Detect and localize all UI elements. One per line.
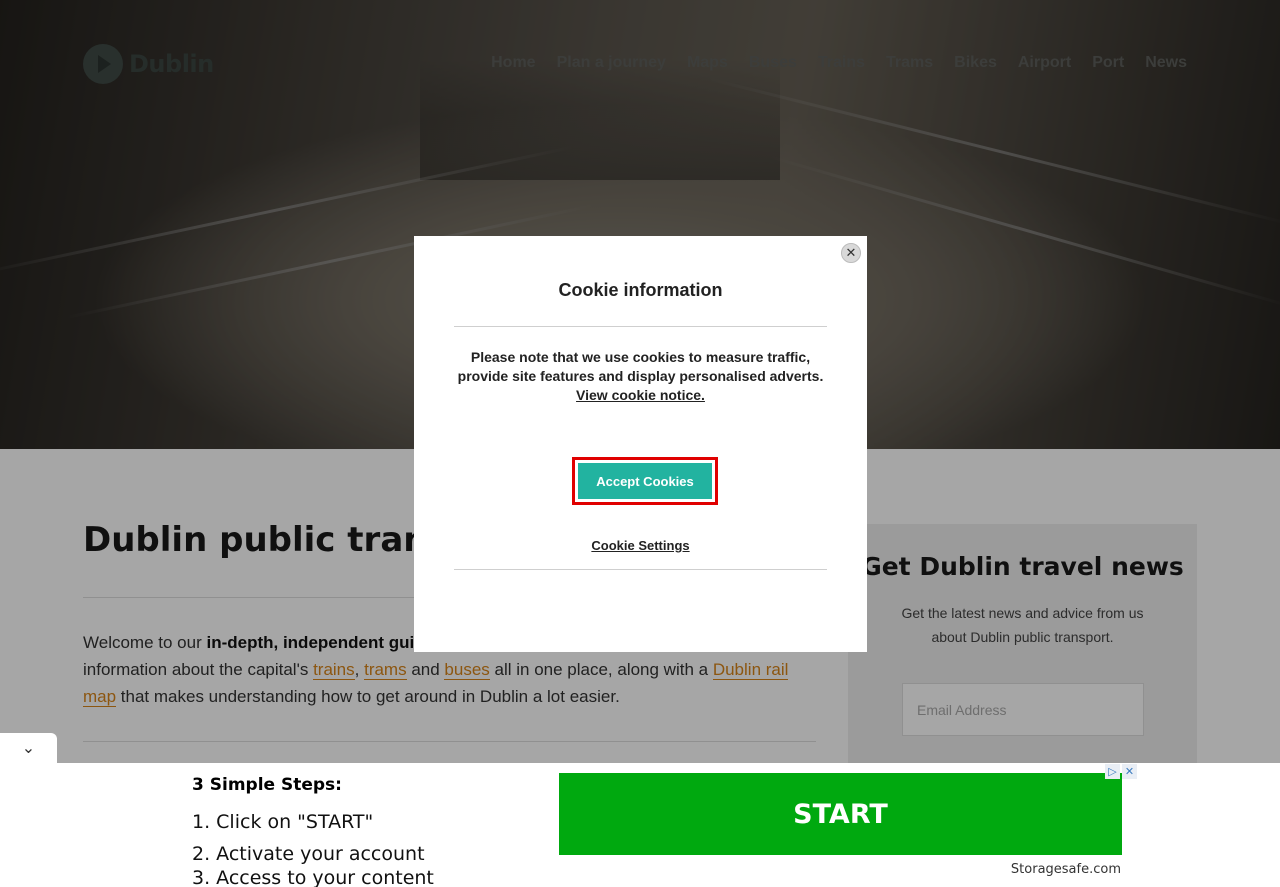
ad-close-icon[interactable]: ✕ <box>1122 764 1137 779</box>
close-icon[interactable]: ✕ <box>841 243 861 263</box>
cookie-dialog-title: Cookie information <box>558 280 723 300</box>
cookie-notice-link[interactable]: View cookie notice. <box>576 387 705 403</box>
adchoices: ▷ ✕ <box>1105 764 1137 779</box>
ad-step: 2. Activate your account <box>192 843 425 865</box>
ad-step: 3. Access to your content <box>192 867 434 887</box>
cookie-message: Please note that we use cookies to measu… <box>454 348 827 405</box>
chevron-down-icon[interactable]: ⌄ <box>0 733 57 763</box>
cookie-settings-link[interactable]: Cookie Settings <box>414 538 867 553</box>
divider <box>454 569 827 570</box>
ad-steps-title: 3 Simple Steps: <box>192 775 342 795</box>
accept-highlight: Accept Cookies <box>572 457 718 505</box>
ad-start-button[interactable]: START <box>559 773 1122 855</box>
cookie-message-text: Please note that we use cookies to measu… <box>457 349 824 384</box>
cookie-dialog: ✕ Cookie information Please note that we… <box>414 236 867 652</box>
divider <box>454 326 827 327</box>
advertisement: 3 Simple Steps: 1. Click on "START" 2. A… <box>138 763 1143 887</box>
adchoices-icon[interactable]: ▷ <box>1105 764 1120 779</box>
ad-step: 1. Click on "START" <box>192 811 374 833</box>
ad-brand[interactable]: Storagesafe.com <box>1011 862 1121 877</box>
accept-cookies-button[interactable]: Accept Cookies <box>578 463 712 499</box>
